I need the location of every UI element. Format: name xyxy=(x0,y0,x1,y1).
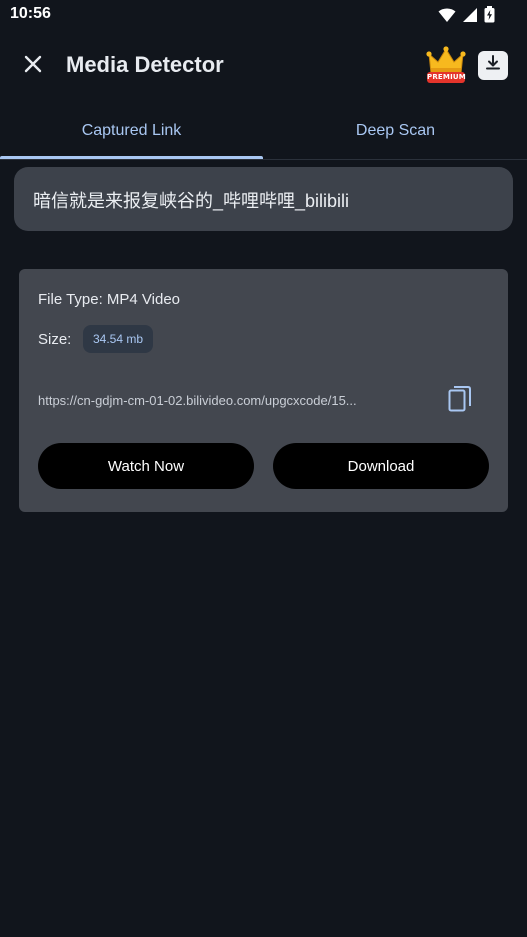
download-button[interactable]: Download xyxy=(273,443,489,489)
close-icon xyxy=(24,55,42,78)
media-card: File Type: MP4 Video Size: 34.54 mb http… xyxy=(19,269,508,512)
watch-now-label: Watch Now xyxy=(107,457,185,475)
file-type: File Type: MP4 Video xyxy=(38,291,181,308)
copy-link-button[interactable] xyxy=(445,385,475,417)
tab-captured-link[interactable]: Captured Link xyxy=(0,104,263,158)
app-title: Media Detector xyxy=(66,52,224,77)
tab-indicator xyxy=(0,156,263,159)
copy-icon xyxy=(448,385,472,418)
tab-deep-scan[interactable]: Deep Scan xyxy=(264,104,527,158)
wifi-icon xyxy=(438,7,456,23)
premium-button[interactable]: PREMIUM xyxy=(426,46,468,86)
media-url: https://cn-gdjm-cm-01-02.bilivideo.com/u… xyxy=(38,393,357,408)
download-icon xyxy=(484,54,502,77)
status-icons xyxy=(438,6,495,23)
tab-bar: Captured Link Deep Scan xyxy=(0,104,527,160)
battery-icon xyxy=(484,6,495,23)
page-title: 暗信就是来报复峡谷的_哔哩哔哩_bilibili xyxy=(33,191,350,211)
downloads-button[interactable] xyxy=(478,51,508,80)
watch-now-button[interactable]: Watch Now xyxy=(38,443,254,489)
size-badge: 34.54 mb xyxy=(83,325,154,353)
signal-icon xyxy=(462,7,478,23)
page-title-card: 暗信就是来报复峡谷的_哔哩哔哩_bilibili xyxy=(14,167,513,231)
status-bar: 10:56 xyxy=(0,0,527,30)
close-button[interactable] xyxy=(18,51,48,81)
premium-label: PREMIUM xyxy=(427,72,466,83)
status-time: 10:56 xyxy=(10,5,51,22)
tab-captured-link-label: Captured Link xyxy=(81,122,182,139)
size-label: Size: xyxy=(38,331,72,348)
download-label: Download xyxy=(347,457,415,475)
screen: 10:56 Media Detector PREMIUM Captured Li… xyxy=(0,0,527,937)
app-bar: Media Detector PREMIUM xyxy=(0,40,527,90)
tab-deep-scan-label: Deep Scan xyxy=(355,122,436,139)
